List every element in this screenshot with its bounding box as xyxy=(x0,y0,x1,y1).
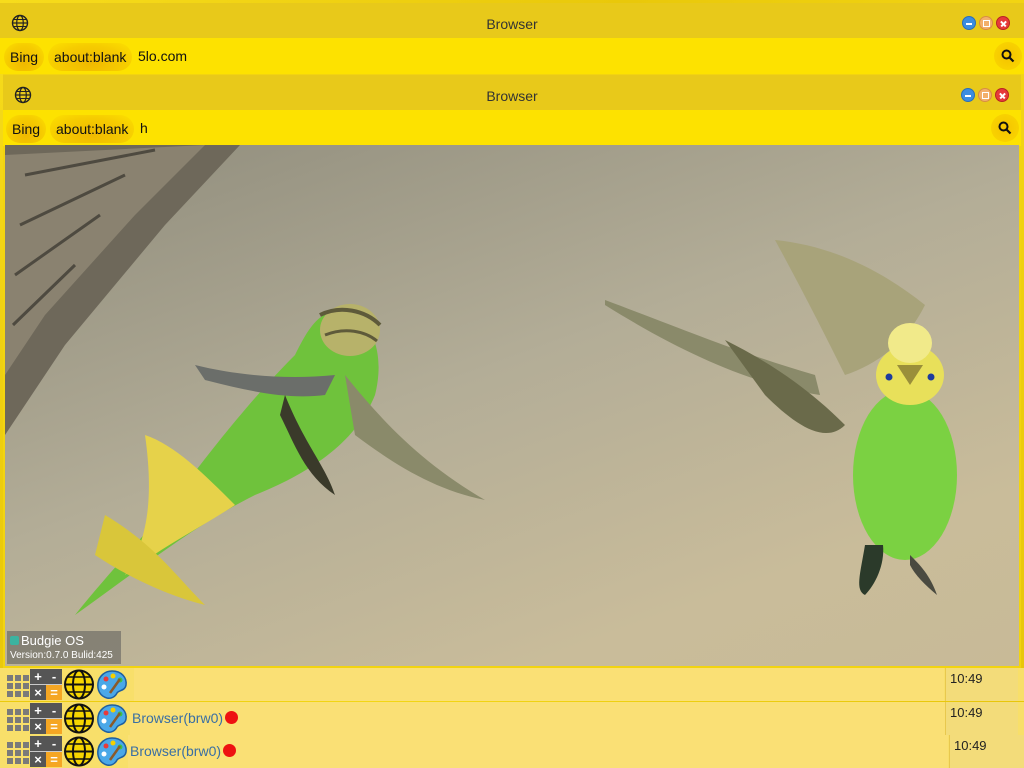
clock-text: 10:49 xyxy=(950,671,983,686)
browser-globe-icon[interactable] xyxy=(62,703,96,734)
outer-browser-window: Browser Bing about:blank Bro xyxy=(0,0,1024,768)
outer-address-bar: Bing about:blank xyxy=(0,38,1024,74)
close-button[interactable] xyxy=(996,16,1010,30)
budgies-picture xyxy=(5,145,957,615)
taskbar-track xyxy=(130,702,945,735)
calculator-icon[interactable]: + - × = xyxy=(30,703,62,734)
search-button[interactable] xyxy=(994,42,1022,70)
apps-grid-icon[interactable] xyxy=(4,706,30,732)
apps-grid-icon[interactable] xyxy=(4,672,30,698)
maximize-button[interactable] xyxy=(978,88,992,102)
paint-palette-icon[interactable] xyxy=(96,703,128,734)
maximize-button[interactable] xyxy=(979,16,993,30)
url-input[interactable] xyxy=(138,43,918,69)
bookmark-bing[interactable]: Bing xyxy=(6,115,47,143)
search-icon xyxy=(998,121,1012,135)
calculator-icon[interactable]: + - × = xyxy=(30,736,62,767)
search-button[interactable] xyxy=(991,114,1019,142)
os-name: Budgie OS xyxy=(21,633,84,648)
budgie-logo-icon xyxy=(10,636,19,645)
taskbar-clock: 10:49 xyxy=(949,735,1024,768)
inner-address-bar: Bing about:blank xyxy=(3,110,1021,146)
url-input[interactable] xyxy=(140,115,920,141)
taskbar-track xyxy=(128,735,948,768)
clock-text: 10:49 xyxy=(954,738,987,753)
clock-text: 10:49 xyxy=(950,705,983,720)
task-indicator-dot xyxy=(225,711,238,724)
task-indicator-dot xyxy=(223,744,236,757)
window-title: Browser xyxy=(486,88,538,104)
taskbar-task-browser[interactable]: Browser(brw0) xyxy=(132,710,223,726)
calculator-icon[interactable]: + - × = xyxy=(30,669,62,700)
browser-globe-icon[interactable] xyxy=(62,669,96,700)
taskbar-2: + - × = Browser(brw0) 10:49 xyxy=(0,702,1024,735)
taskbar-clock: 10:49 xyxy=(945,668,1018,701)
paint-palette-icon[interactable] xyxy=(96,669,128,700)
os-badge: Budgie OS Version:0.7.0 Bulid:425 xyxy=(7,631,121,664)
bookmark-about-blank[interactable]: about:blank xyxy=(50,115,135,143)
window-title: Browser xyxy=(486,16,538,32)
page-content-image: Budgie OS Version:0.7.0 Bulid:425 xyxy=(5,145,1019,666)
bookmark-about-blank[interactable]: about:blank xyxy=(48,43,133,71)
bookmark-bing[interactable]: Bing xyxy=(4,43,45,71)
taskbar-task-browser[interactable]: Browser(brw0) xyxy=(130,743,221,759)
browser-globe-icon[interactable] xyxy=(62,736,96,767)
os-version: Version:0.7.0 Bulid:425 xyxy=(10,650,113,661)
close-button[interactable] xyxy=(995,88,1009,102)
inner-browser-window: Browser Bing about:blank h Budgie OS Ver… xyxy=(3,74,1021,668)
taskbar-1: + - × = 10:49 xyxy=(0,668,1024,701)
apps-grid-icon[interactable] xyxy=(4,739,30,765)
taskbar-track xyxy=(134,668,944,701)
outer-titlebar[interactable]: Browser xyxy=(0,3,1024,41)
taskbar-3: + - × = Browser(brw0) 10:49 xyxy=(0,735,1024,768)
search-icon xyxy=(1001,49,1015,63)
minimize-button[interactable] xyxy=(961,88,975,102)
inner-titlebar[interactable]: Browser xyxy=(3,75,1021,113)
minimize-button[interactable] xyxy=(962,16,976,30)
taskbar-clock: 10:49 xyxy=(945,702,1018,735)
paint-palette-icon[interactable] xyxy=(96,736,128,767)
